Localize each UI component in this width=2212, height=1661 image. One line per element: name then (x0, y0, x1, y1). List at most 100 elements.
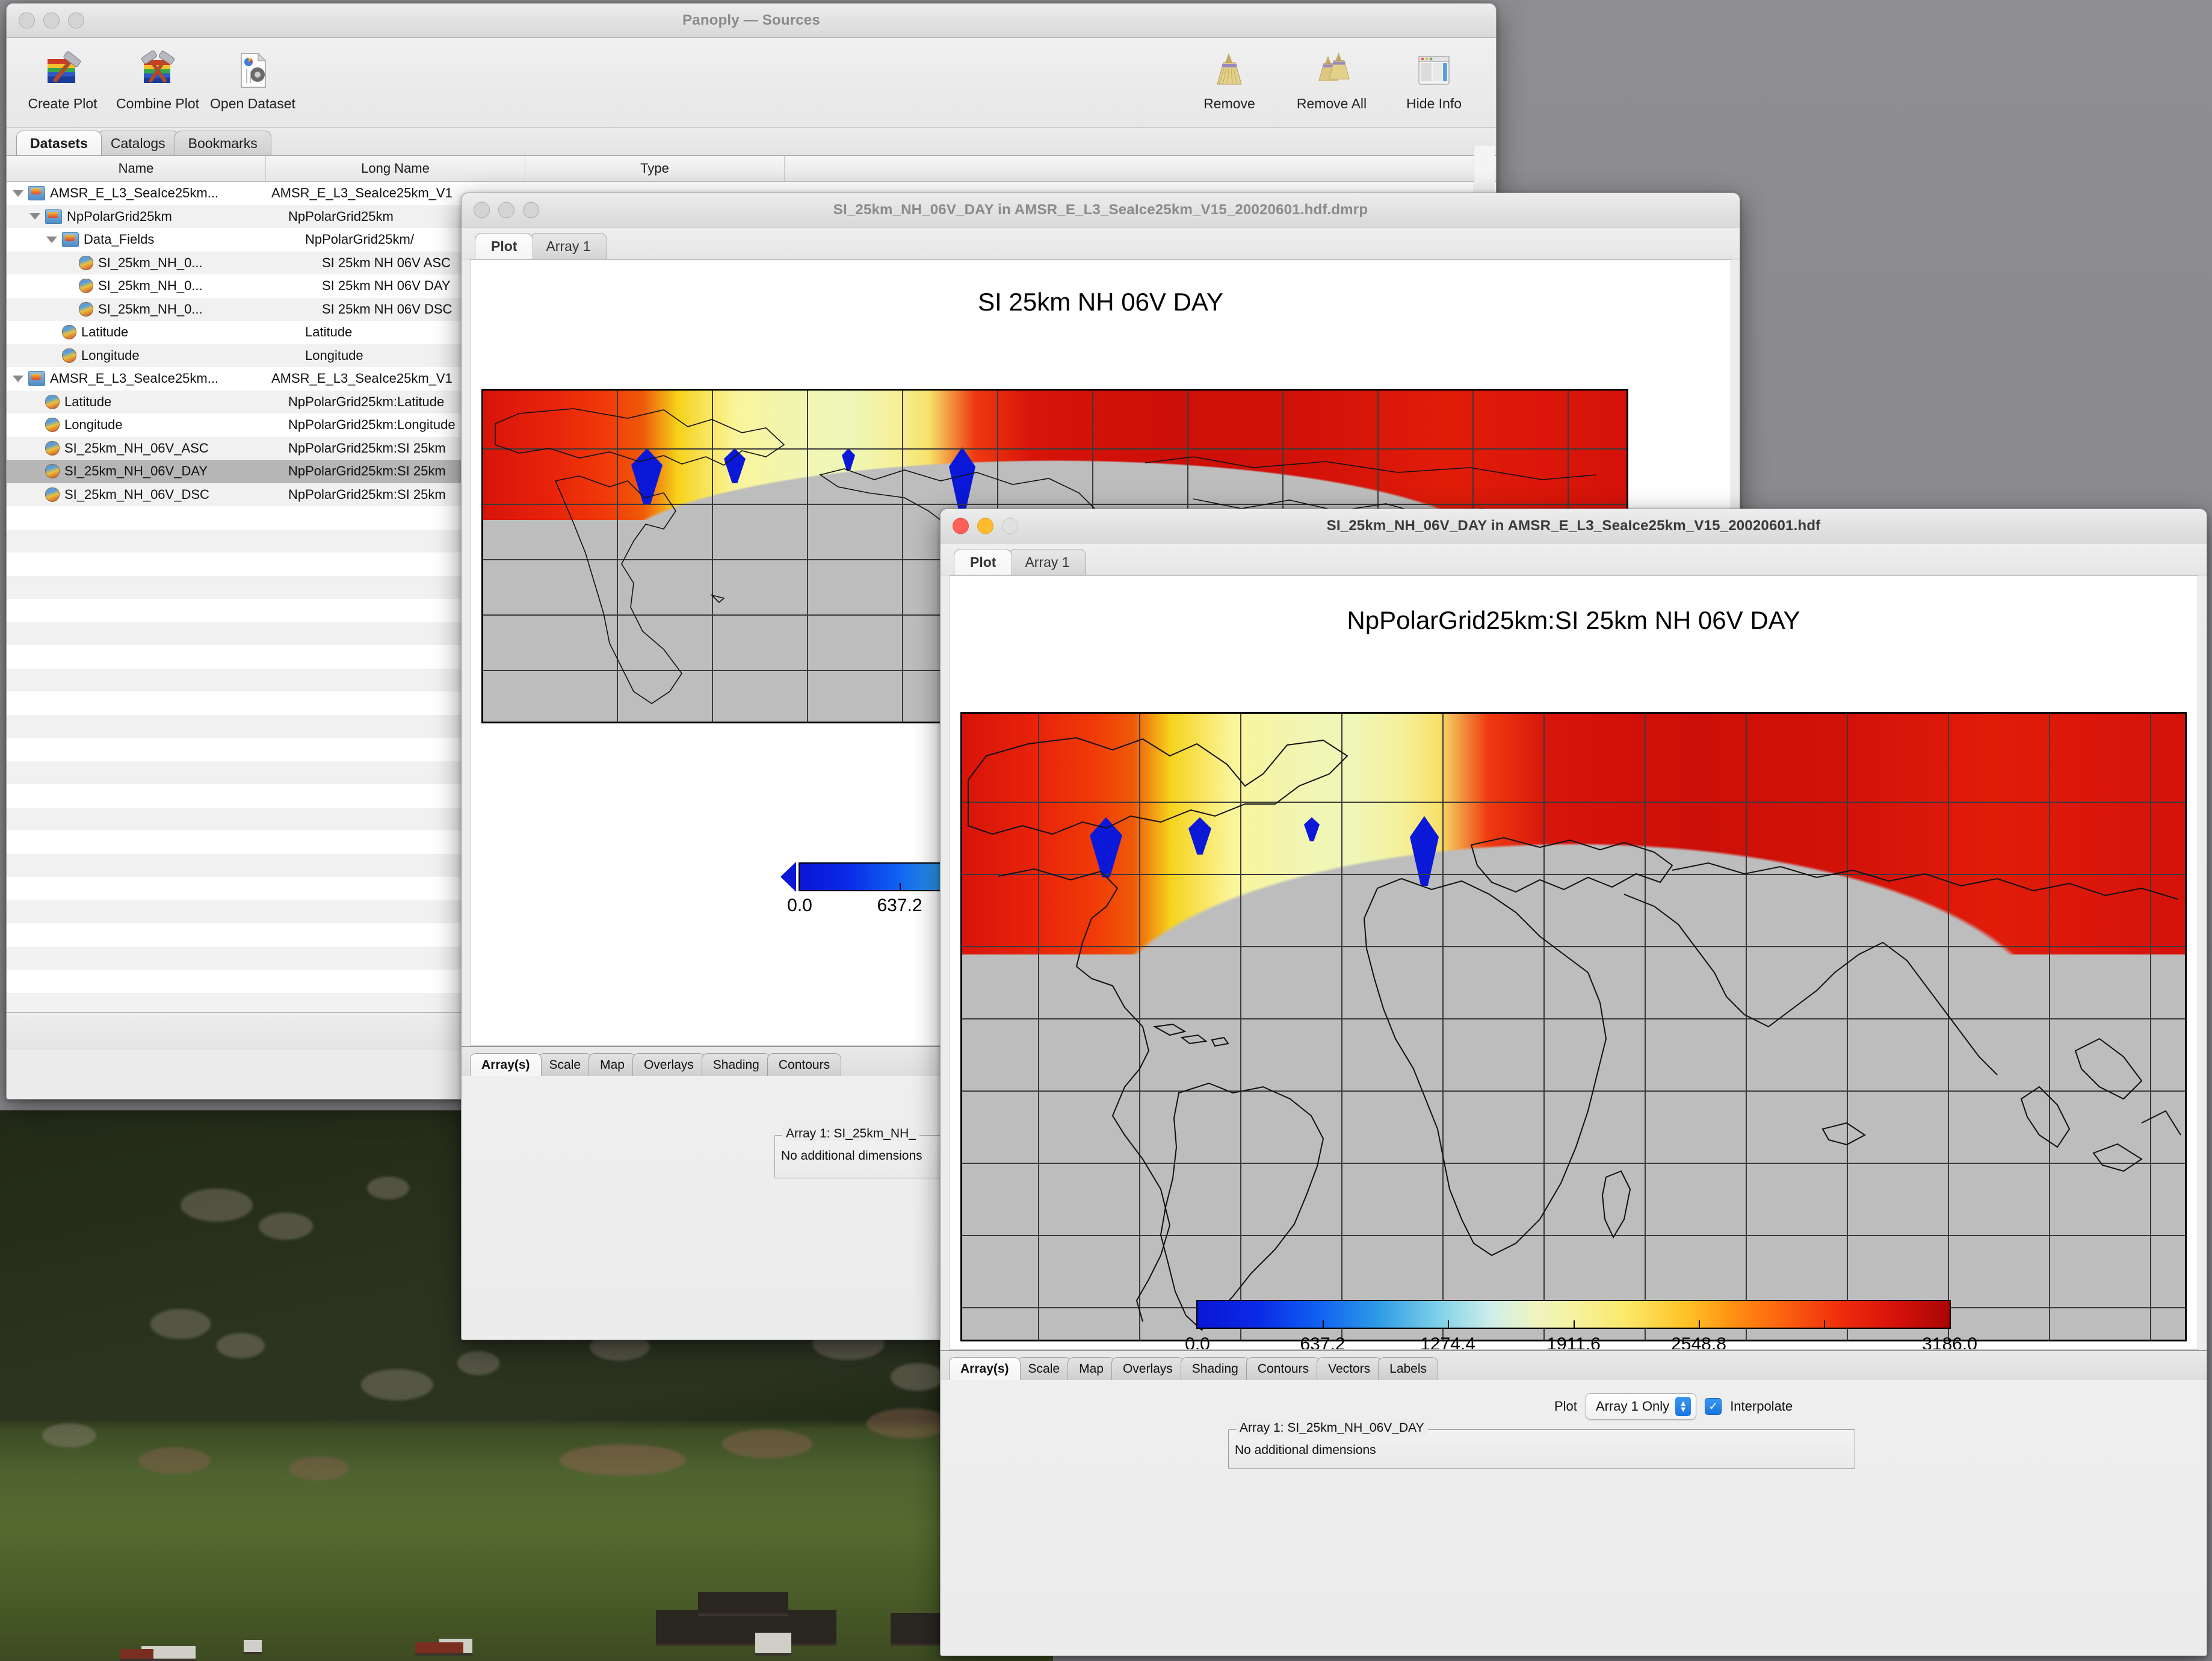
create-plot-button[interactable]: Create Plot (17, 46, 108, 112)
remove-all-label: Remove All (1296, 96, 1367, 111)
document-open-icon (233, 46, 273, 94)
tab-bookmarks[interactable]: Bookmarks (174, 131, 271, 155)
ctab-scale[interactable]: Scale (537, 1053, 593, 1076)
plot-front-window-controls[interactable] (953, 518, 1018, 534)
ctab-vectors[interactable]: Vectors (1317, 1357, 1382, 1380)
variable-icon (62, 348, 76, 363)
window-controls[interactable] (19, 12, 84, 29)
tree-item-name: SI_25km_NH_0... (98, 278, 203, 294)
colorbar-tick-2: 1274.4 (1420, 1334, 1475, 1350)
tree-cell-name: SI_25km_NH_0... (7, 255, 322, 271)
ctab-scale[interactable]: Scale (1016, 1357, 1072, 1380)
variable-icon (79, 279, 93, 294)
column-header-name[interactable]: Name (7, 156, 266, 181)
ctab-labels[interactable]: Labels (1378, 1357, 1439, 1380)
plot-back-title: SI 25km NH 06V DAY (978, 288, 1223, 316)
plot-mode-select[interactable]: Array 1 Only ▲ ▼ (1585, 1393, 1697, 1420)
ctab-map[interactable]: Map (589, 1053, 636, 1076)
tree-item-name: SI_25km_NH_06V_DAY (64, 463, 208, 479)
ctab-shading[interactable]: Shading (701, 1053, 771, 1076)
colorbar-left-arrow-icon (780, 862, 796, 892)
window-panel-icon (1414, 46, 1454, 94)
plot-back-array-group-title: Array 1: SI_25km_NH_ (782, 1127, 919, 1141)
minimize-button[interactable] (43, 12, 60, 29)
tree-cell-name: SI_25km_NH_0... (7, 302, 322, 317)
ctab-arrays[interactable]: Array(s) (470, 1053, 542, 1076)
sources-tabstrip[interactable]: Datasets Catalogs Bookmarks (7, 128, 1496, 156)
ctab-map[interactable]: Map (1067, 1357, 1115, 1380)
sources-titlebar[interactable]: Panoply — Sources (7, 4, 1496, 38)
ctab-overlays[interactable]: Overlays (1111, 1357, 1184, 1380)
tree-cell-name: Latitude (7, 394, 288, 410)
plot-front-canvas[interactable]: NpPolarGrid25km:SI 25km NH 06V DAY 0.0 6… (949, 575, 2198, 1350)
interpolate-checkbox[interactable]: ✓ (1705, 1398, 1722, 1415)
plot-back-tabstrip[interactable]: Plot Array 1 (462, 227, 1740, 259)
tree-cell-name: SI_25km_NH_06V_ASC (7, 441, 288, 456)
tree-item-name: Longitude (64, 417, 123, 433)
tree-cell-name: Longitude (7, 417, 288, 433)
variable-icon (45, 394, 60, 409)
plot-mode-row: Plot Array 1 Only ▲ ▼ ✓ Interpolate (1554, 1393, 1793, 1420)
zoom-button[interactable] (68, 12, 84, 29)
zoom-button[interactable] (1002, 518, 1018, 534)
disclosure-triangle-icon[interactable] (29, 213, 40, 220)
column-header-long-name[interactable]: Long Name (266, 156, 525, 181)
tree-cell-name: SI_25km_NH_0... (7, 278, 322, 294)
plot-front-title: NpPolarGrid25km:SI 25km NH 06V DAY (1347, 606, 1800, 634)
tree-item-name: SI_25km_NH_0... (98, 301, 203, 317)
close-button[interactable] (953, 518, 969, 534)
folder-icon (45, 209, 62, 224)
minimize-button[interactable] (498, 202, 514, 218)
tab-array-1[interactable]: Array 1 (1009, 549, 1086, 575)
disclosure-triangle-icon[interactable] (13, 375, 23, 382)
colorbar-tick-1: 637.2 (1300, 1334, 1345, 1350)
tab-catalogs[interactable]: Catalogs (96, 131, 179, 155)
ctab-contours[interactable]: Contours (1246, 1357, 1321, 1380)
folder-icon (28, 186, 45, 201)
remove-all-button[interactable]: Remove All (1287, 46, 1377, 112)
plot-back-window-title: SI_25km_NH_06V_DAY in AMSR_E_L3_SeaIce25… (833, 202, 1368, 218)
stepper-icon[interactable]: ▲ ▼ (1675, 1397, 1691, 1416)
close-button[interactable] (19, 12, 35, 29)
plot-front-control-tabs[interactable]: Array(s) Scale Map Overlays Shading Cont… (941, 1350, 2207, 1380)
tab-plot[interactable]: Plot (475, 233, 534, 259)
disclosure-triangle-icon[interactable] (46, 236, 57, 243)
ctab-overlays[interactable]: Overlays (632, 1053, 705, 1076)
disclosure-triangle-icon[interactable] (13, 190, 23, 197)
ctab-arrays[interactable]: Array(s) (949, 1357, 1021, 1380)
plot-front-tabstrip[interactable]: Plot Array 1 (941, 543, 2207, 575)
hide-info-button[interactable]: Hide Info (1389, 46, 1479, 112)
hide-info-label: Hide Info (1406, 96, 1462, 111)
open-dataset-button[interactable]: Open Dataset (208, 46, 298, 112)
interpolate-label: Interpolate (1730, 1399, 1793, 1414)
tab-plot[interactable]: Plot (954, 549, 1013, 575)
variable-icon (79, 302, 93, 317)
crossed-hammers-plot-icon (138, 46, 178, 94)
tree-item-name: Latitude (81, 324, 129, 340)
column-header-type[interactable]: Type (525, 156, 785, 181)
plot-window-front[interactable]: SI_25km_NH_06V_DAY in AMSR_E_L3_SeaIce25… (940, 509, 2207, 1656)
minimize-button[interactable] (977, 518, 993, 534)
open-dataset-label: Open Dataset (210, 96, 295, 111)
zoom-button[interactable] (523, 202, 539, 218)
folder-icon (62, 232, 79, 247)
ctab-contours[interactable]: Contours (767, 1053, 842, 1076)
close-button[interactable] (474, 202, 490, 218)
tab-array-1[interactable]: Array 1 (530, 233, 607, 259)
colorbar-gradient (1196, 1300, 1951, 1329)
tab-datasets[interactable]: Datasets (16, 131, 102, 155)
tree-cell-name: NpPolarGrid25km (7, 209, 288, 224)
plot-back-titlebar[interactable]: SI_25km_NH_06V_DAY in AMSR_E_L3_SeaIce25… (462, 193, 1740, 227)
tree-cell-name: Data_Fields (7, 232, 305, 247)
remove-button[interactable]: Remove (1184, 46, 1274, 112)
tree-cell-name: AMSR_E_L3_SeaIce25km... (7, 185, 271, 201)
colorbar-tick-1: 637.2 (877, 895, 922, 915)
plot-front-array-group: Array 1: SI_25km_NH_06V_DAY No additiona… (1228, 1421, 1855, 1469)
ctab-shading[interactable]: Shading (1180, 1357, 1250, 1380)
plot-front-titlebar[interactable]: SI_25km_NH_06V_DAY in AMSR_E_L3_SeaIce25… (941, 509, 2207, 543)
plot-back-window-controls[interactable] (474, 202, 539, 218)
tree-item-name: SI_25km_NH_0... (98, 255, 203, 270)
variable-icon (45, 441, 60, 456)
combine-plot-button[interactable]: Combine Plot (113, 46, 203, 112)
tree-item-name: Data_Fields (84, 232, 155, 247)
